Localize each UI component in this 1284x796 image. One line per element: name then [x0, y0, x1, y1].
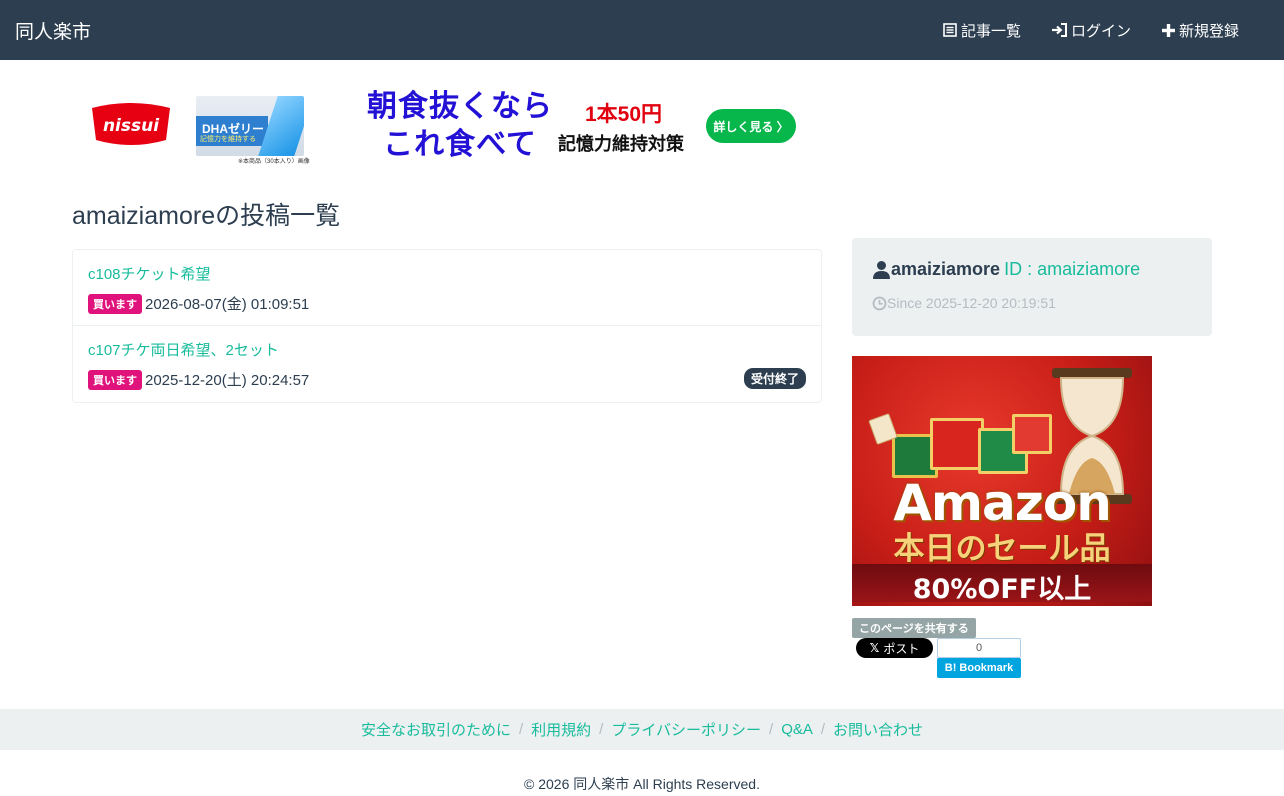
nav-article-list-label: 記事一覧	[960, 22, 1021, 40]
banner-headline-line1: 朝食抜くなら	[367, 90, 553, 123]
footer-link-safe-trade[interactable]: 安全なお取引のために	[361, 719, 511, 740]
nav-login-label: ログイン	[1070, 22, 1131, 40]
x-logo-icon: 𝕏	[869, 641, 880, 655]
login-icon	[1051, 23, 1067, 37]
amazon-ad-discount: 80%OFF以上	[912, 574, 1092, 605]
nav-register[interactable]: 新規登録	[1161, 20, 1239, 41]
hatena-bookmark-label: Bookmark	[959, 662, 1014, 674]
post-list: c108チケット希望 買います 2026-08-07(金) 01:09:51 c…	[72, 249, 822, 403]
profile-id: ID : amaiziamore	[1004, 259, 1141, 279]
footer-link-contact[interactable]: お問い合わせ	[833, 719, 923, 740]
post-title-link[interactable]: c108チケット希望	[88, 263, 211, 284]
amazon-ad-subtitle: 本日のセール品	[893, 531, 1111, 567]
plus-icon	[1161, 23, 1175, 37]
footer-separator: /	[820, 721, 826, 738]
post-date: 2026-08-07(金) 01:09:51	[145, 296, 310, 313]
nav-login[interactable]: ログイン	[1051, 20, 1131, 41]
product-caption: ※本商品（30本入り）画像	[238, 159, 310, 165]
footer-links: 安全なお取引のために / 利用規約 / プライバシーポリシー / Q&A / お…	[0, 709, 1284, 750]
banner-headline: 朝食抜くなら これ食べて	[360, 88, 560, 164]
share-label: このページを共有する	[852, 618, 976, 638]
page-title: amaiziamoreの投稿一覧	[72, 202, 341, 230]
post-title-link[interactable]: c107チケ両日希望、2セット	[88, 339, 279, 360]
amazon-sale-ad[interactable]: Amazon 本日のセール品 80%OFF以上	[852, 356, 1152, 606]
footer-link-qa[interactable]: Q&A	[781, 721, 813, 738]
user-icon	[873, 261, 890, 279]
profile-card: amaiziamore ID : amaiziamore Since 2025-…	[852, 238, 1212, 336]
brand-logo-link[interactable]: 同人楽市	[15, 17, 91, 44]
profile-since: Since 2025-12-20 20:19:51	[872, 295, 1056, 311]
nissui-logo-text: nissui	[103, 116, 160, 136]
footer-separator: /	[518, 721, 524, 738]
clock-icon	[872, 296, 887, 310]
footer-link-terms[interactable]: 利用規約	[531, 719, 591, 740]
nav-article-list[interactable]: 記事一覧	[942, 20, 1021, 41]
profile-name-row: amaiziamore ID : amaiziamore	[872, 259, 1140, 280]
buy-badge: 買います	[88, 293, 142, 314]
banner-subhead: 記憶力維持対策	[558, 134, 684, 154]
list-icon	[943, 23, 957, 37]
hatena-bookmark-button[interactable]: B! Bookmark	[937, 658, 1021, 678]
x-post-button[interactable]: 𝕏 ポスト	[856, 638, 933, 658]
banner-price: 1本50円	[585, 103, 663, 126]
profile-since-text: Since 2025-12-20 20:19:51	[887, 295, 1056, 311]
x-post-label: ポスト	[883, 641, 920, 656]
hatena-bookmark-widget: 0 B! Bookmark	[937, 638, 1021, 678]
nav-register-label: 新規登録	[1178, 22, 1239, 40]
hatena-count[interactable]: 0	[937, 638, 1021, 658]
nissui-logo-icon: nissui	[92, 103, 170, 145]
top-navbar: 同人楽市 記事一覧 ログイン 新規登録	[0, 0, 1284, 60]
footer-separator: /	[769, 721, 774, 738]
footer-separator: /	[599, 721, 604, 738]
hatena-b-icon: B!	[944, 662, 957, 674]
post-date: 2025-12-20(土) 20:24:57	[145, 372, 310, 389]
product-band-subtext: 記憶力を維持する	[200, 136, 256, 143]
footer-link-privacy[interactable]: プライバシーポリシー	[611, 719, 761, 740]
profile-name: amaiziamore	[891, 259, 1001, 279]
dha-jelly-product-image: DHAゼリー 記憶力を維持する	[196, 96, 304, 156]
post-meta: 買います 2025-12-20(土) 20:24:57	[88, 369, 309, 390]
list-item: c107チケ両日希望、2セット 買います 2025-12-20(土) 20:24…	[73, 326, 821, 402]
closed-status-badge: 受付終了	[743, 368, 806, 389]
nissui-banner-ad[interactable]: nissui DHAゼリー 記憶力を維持する ※本商品（30本入り）画像 朝食抜…	[80, 88, 798, 166]
nav-links: 記事一覧 ログイン 新規登録	[912, 0, 1239, 60]
banner-details-button[interactable]: 詳しく見る 〉	[706, 109, 796, 143]
post-meta: 買います 2026-08-07(金) 01:09:51	[88, 293, 309, 314]
list-item: c108チケット希望 買います 2026-08-07(金) 01:09:51	[73, 250, 821, 326]
banner-headline-line2: これ食べて	[383, 128, 537, 161]
buy-badge: 買います	[88, 369, 142, 390]
copyright: © 2026 同人楽市 All Rights Reserved.	[524, 776, 760, 792]
